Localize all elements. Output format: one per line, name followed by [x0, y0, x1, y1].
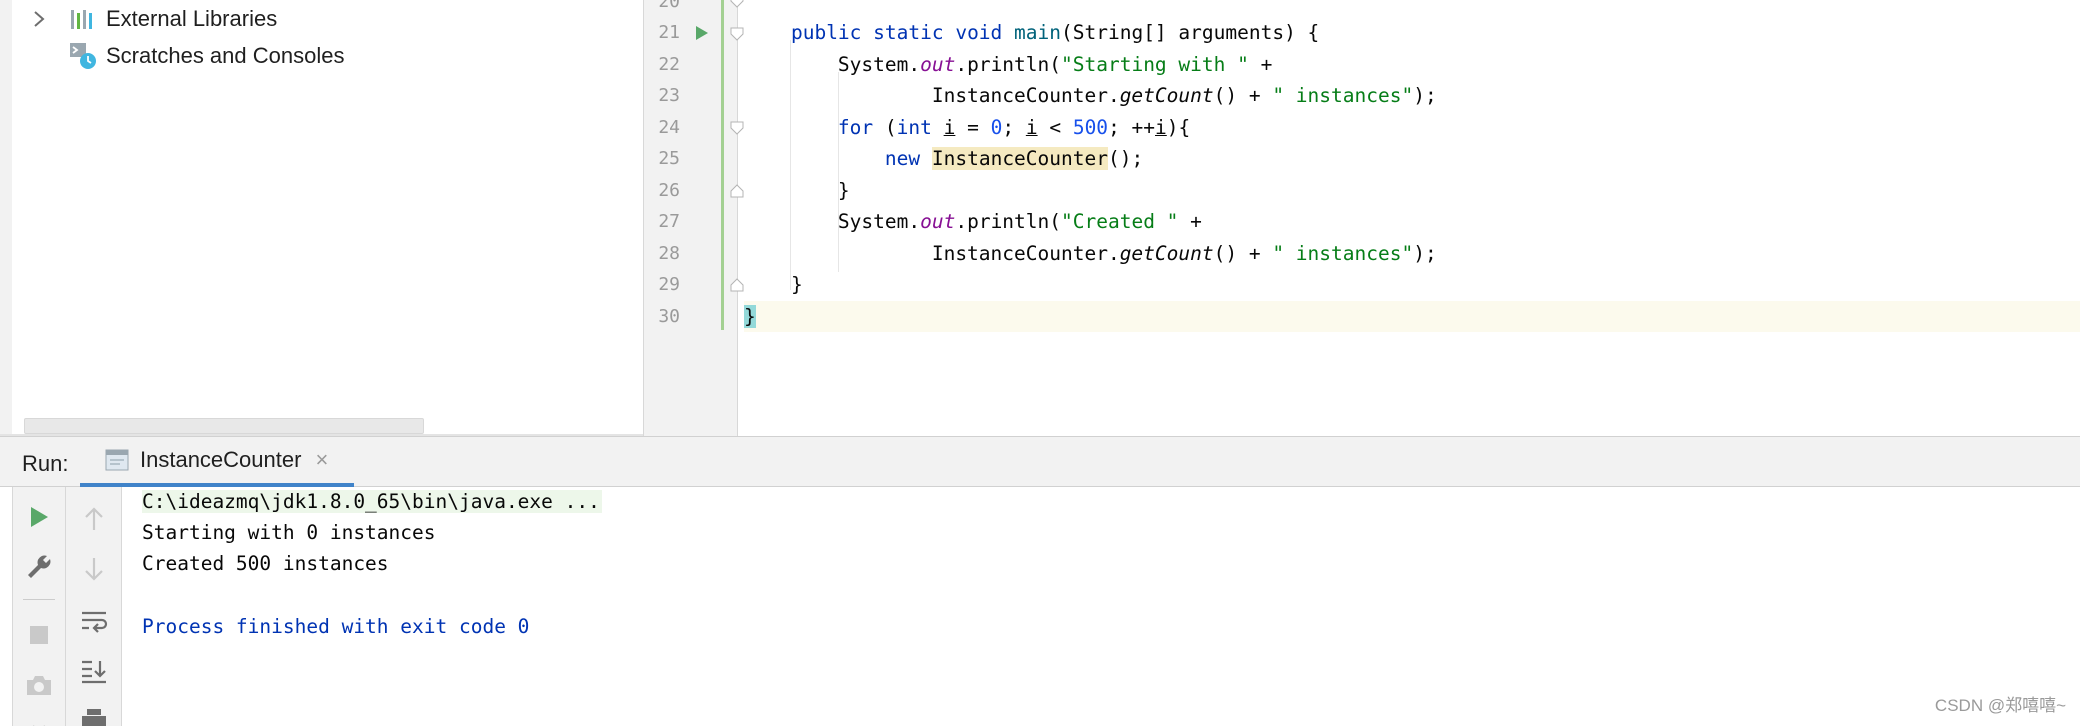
close-icon[interactable]: × [315, 447, 328, 473]
run-title: Run: [22, 451, 69, 476]
line-number: 23 [658, 85, 680, 106]
arrow-down-icon[interactable] [76, 551, 112, 587]
console-icon [104, 447, 130, 473]
camera-icon[interactable] [21, 667, 57, 703]
fold-marker-icon[interactable] [730, 27, 744, 41]
horizontal-scrollbar[interactable] [24, 418, 424, 434]
code-line: } [744, 179, 850, 202]
stop-icon[interactable] [21, 617, 57, 653]
rerun-icon[interactable] [21, 499, 57, 535]
tree-item-scratches[interactable]: Scratches and Consoles [24, 38, 344, 74]
scroll-to-end-icon[interactable] [76, 653, 112, 689]
line-number: 28 [658, 243, 680, 264]
scratches-icon [68, 41, 98, 71]
console-output-line: Created 500 instances [142, 552, 389, 575]
code-editor[interactable]: 20 21 22 23 24 25 26 27 28 29 30 public … [643, 0, 2080, 436]
console-exit-message: Process finished with exit code 0 [142, 615, 530, 638]
code-area[interactable]: public static void main(String[] argumen… [744, 0, 2080, 436]
fold-marker-icon[interactable] [730, 121, 744, 135]
console-output[interactable]: C:\ideazmq\jdk1.8.0_65\bin\java.exe ... … [122, 487, 2080, 726]
close-run-icon[interactable] [21, 711, 57, 726]
code-line: for (int i = 0; i < 500; ++i){ [837, 116, 1191, 139]
watermark: CSDN @郑嘻嘻~ [1934, 696, 2066, 715]
project-tool-window: External Libraries Scratches and Console… [0, 0, 643, 436]
editor-gutter: 20 21 22 23 24 25 26 27 28 29 30 [644, 0, 744, 436]
run-toolbar-primary [12, 487, 66, 726]
soft-wrap-icon[interactable] [76, 603, 112, 639]
console-output-line: Starting with 0 instances [142, 521, 436, 544]
fold-end-icon[interactable] [730, 278, 744, 292]
line-number: 27 [658, 211, 680, 232]
line-number: 20 [658, 0, 680, 12]
run-toolbar-secondary [66, 487, 122, 726]
line-number: 24 [658, 117, 680, 138]
fold-end-icon[interactable] [730, 184, 744, 198]
code-line: System.out.println("Starting with " + [744, 53, 1273, 76]
line-number: 26 [658, 180, 680, 201]
tree-item-label: Scratches and Consoles [106, 43, 345, 68]
run-gutter-icon[interactable] [694, 24, 710, 42]
code-line: public static void main(String[] argumen… [790, 21, 1320, 44]
line-number: 21 [658, 22, 680, 43]
line-number: 22 [658, 54, 680, 75]
code-line: InstanceCounter.getCount() + " instances… [744, 84, 1437, 107]
code-line-current: } [744, 301, 2080, 332]
tab-instance-counter[interactable]: InstanceCounter × [80, 437, 354, 487]
chevron-right-icon[interactable] [24, 4, 54, 34]
arrow-up-icon[interactable] [76, 501, 112, 537]
vcs-change-marker [721, 0, 724, 330]
run-tool-window-header: Run: InstanceCounter × [0, 436, 2080, 487]
line-number: 30 [658, 306, 680, 327]
line-number: 25 [658, 148, 680, 169]
wrench-icon[interactable] [21, 549, 57, 585]
line-number: 29 [658, 274, 680, 295]
fold-marker-icon[interactable] [730, 0, 744, 8]
tree-item-external-libraries[interactable]: External Libraries [24, 1, 277, 37]
code-line: new InstanceCounter(); [884, 147, 1144, 170]
console-command: C:\ideazmq\jdk1.8.0_65\bin\java.exe ... [142, 490, 602, 513]
library-icon [68, 4, 98, 34]
code-line: System.out.println("Created " + [744, 210, 1202, 233]
console-command-line: C:\ideazmq\jdk1.8.0_65\bin\java.exe ... [142, 487, 602, 517]
code-line: InstanceCounter.getCount() + " instances… [744, 242, 1437, 265]
code-line: } [744, 273, 803, 296]
tree-item-label: External Libraries [106, 6, 278, 31]
print-icon[interactable] [76, 701, 112, 726]
tab-label: InstanceCounter [140, 447, 302, 472]
